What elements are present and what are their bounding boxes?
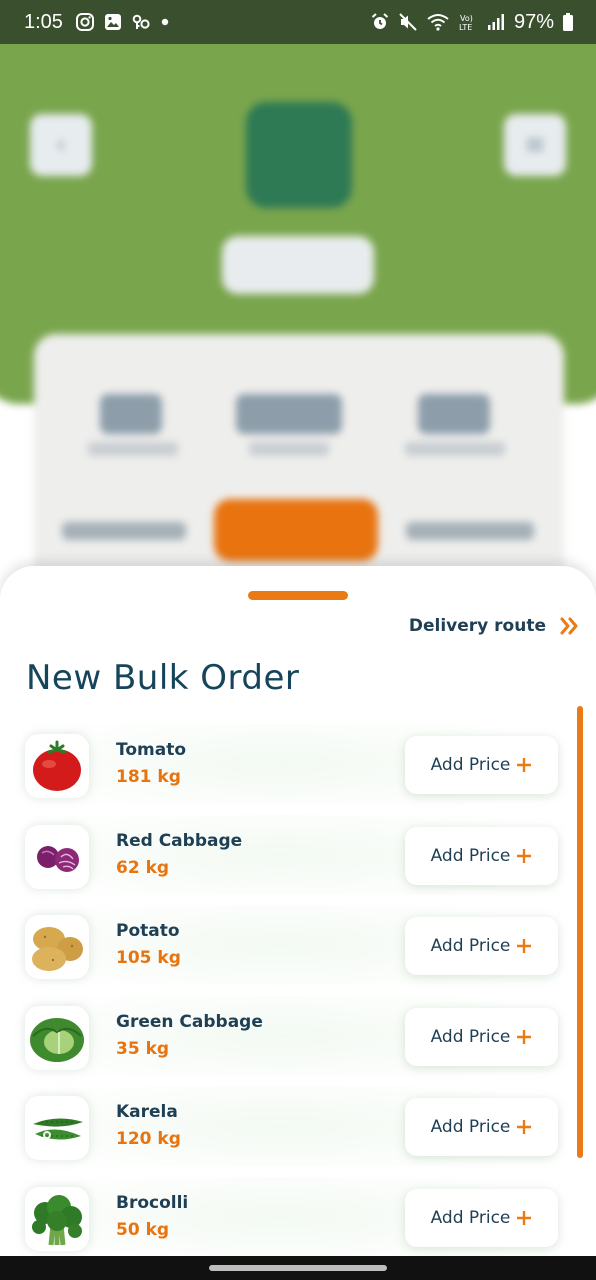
alarm-icon [370, 12, 390, 32]
plus-icon [516, 938, 532, 954]
add-price-label: Add Price [430, 755, 511, 775]
background-tab [406, 522, 534, 540]
instagram-icon [75, 12, 95, 32]
background-pill [222, 236, 374, 294]
background-stat-value [236, 394, 342, 434]
item-name: Karela [116, 1102, 178, 1122]
item-name: Brocolli [116, 1192, 189, 1213]
battery-icon [562, 12, 574, 32]
add-price-label: Add Price [430, 845, 511, 866]
add-price-label: Add Price [430, 1207, 511, 1228]
green-cabbage-icon [25, 1005, 89, 1070]
status-bar-right: Vo) LTE 97% [370, 11, 574, 34]
add-price-label: Add Price [430, 1117, 511, 1137]
system-navigation-bar [0, 1256, 596, 1280]
broccoli-icon [25, 1186, 89, 1251]
item-quantity: 35 kg [116, 1038, 170, 1059]
red-cabbage-icon [25, 824, 89, 889]
volte-icon: Vo) LTE [458, 12, 478, 32]
background-avatar [246, 102, 352, 208]
dot-icon [159, 16, 171, 28]
add-price-button[interactable]: Add Price [405, 1188, 558, 1247]
delivery-route-label: Delivery route [408, 616, 546, 636]
add-price-button[interactable]: Add Price [405, 736, 558, 794]
potato-icon [25, 915, 89, 979]
background-stat-value [418, 394, 490, 434]
plus-icon [516, 1119, 532, 1135]
tomato-icon [25, 734, 89, 798]
item-name: Tomato [116, 740, 187, 760]
order-item-list[interactable]: Tomato 181 kg Add Price Red Cabbage 62 k… [0, 714, 596, 1256]
add-price-label: Add Price [430, 936, 511, 956]
add-price-button[interactable]: Add Price [405, 1007, 558, 1066]
svg-text:Vo): Vo) [460, 14, 473, 23]
background-tab [62, 522, 186, 540]
add-price-button[interactable]: Add Price [405, 1098, 558, 1156]
item-quantity: 50 kg [116, 1219, 170, 1240]
background-tab-active [214, 499, 378, 561]
order-item-row: Potato 105 kg Add Price [0, 895, 596, 986]
background-screen: ‹ ≡ [0, 44, 596, 604]
bulk-order-sheet: Delivery route New Bulk Order Tomato 181… [0, 566, 596, 1256]
item-quantity: 120 kg [116, 1129, 181, 1149]
add-price-button[interactable]: Add Price [405, 826, 558, 885]
sheet-drag-handle[interactable] [248, 591, 348, 600]
order-item-row: Karela 120 kg Add Price [0, 1076, 596, 1167]
list-scrollbar[interactable] [577, 706, 583, 1158]
add-price-button[interactable]: Add Price [405, 917, 558, 975]
karela-icon [25, 1096, 89, 1160]
order-item-row: Tomato 181 kg Add Price [0, 714, 596, 805]
delivery-route-link[interactable]: Delivery route [409, 616, 580, 636]
status-bar-left: 1:05 [24, 11, 171, 34]
item-name: Green Cabbage [116, 1011, 263, 1032]
item-quantity: 105 kg [116, 948, 181, 968]
background-card [34, 334, 564, 604]
background-menu-button: ≡ [504, 114, 566, 176]
background-stat-value [100, 394, 162, 434]
key-icon [131, 12, 151, 32]
home-gesture-pill[interactable] [209, 1265, 387, 1271]
arrow-left-icon: ‹ [55, 130, 67, 160]
double-chevron-right-icon [560, 617, 580, 635]
order-item-row: Green Cabbage 35 kg Add Price [0, 986, 596, 1077]
image-icon [103, 12, 123, 32]
item-name: Potato [116, 921, 180, 941]
status-bar: 1:05 Vo) LTE 97% [0, 0, 596, 44]
item-quantity: 62 kg [116, 857, 170, 878]
order-item-row: Brocolli 50 kg Add Price [0, 1167, 596, 1256]
svg-text:LTE: LTE [459, 23, 472, 32]
battery-percent: 97% [513, 10, 554, 33]
order-item-row: Red Cabbage 62 kg Add Price [0, 805, 596, 896]
item-name: Red Cabbage [116, 830, 243, 851]
item-quantity: 181 kg [116, 767, 181, 787]
clock: 1:05 [24, 10, 63, 33]
plus-icon [516, 1029, 532, 1045]
plus-icon [516, 1210, 532, 1226]
plus-icon [516, 757, 532, 773]
wifi-icon [426, 12, 450, 32]
plus-icon [516, 848, 532, 864]
sheet-title: New Bulk Order [26, 658, 300, 698]
mute-icon [398, 12, 418, 32]
signal-icon [486, 12, 506, 32]
background-back-button: ‹ [30, 114, 92, 176]
background-blur: ‹ ≡ [0, 44, 596, 604]
add-price-label: Add Price [430, 1026, 511, 1047]
menu-icon: ≡ [524, 130, 546, 160]
